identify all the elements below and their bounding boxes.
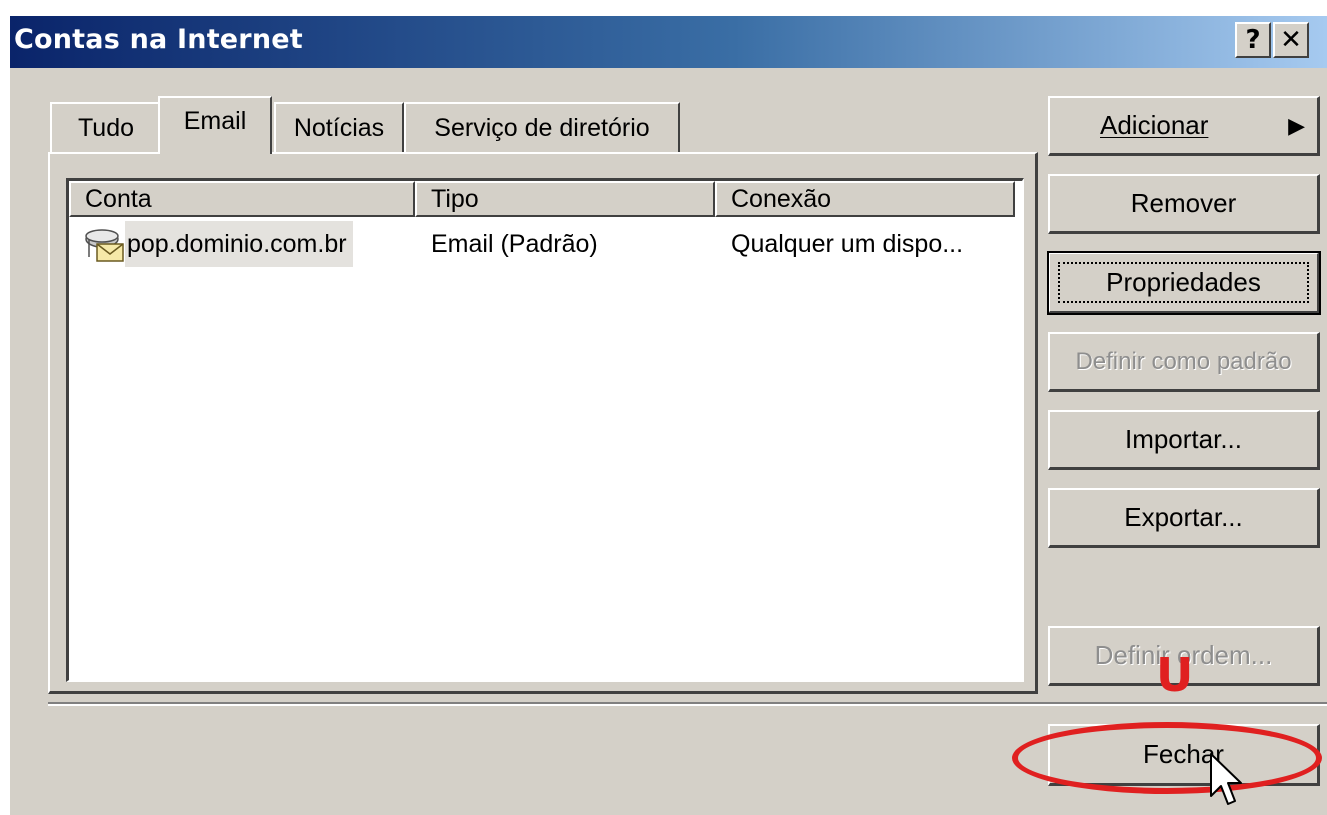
tab-tudo[interactable]: Tudo [50,102,160,152]
add-button[interactable]: Adicionar ▶ [1048,96,1320,156]
remove-button[interactable]: Remover [1048,174,1320,234]
title-bar[interactable]: Contas na Internet ? ✕ [10,16,1327,68]
tab-label: Email [183,106,247,135]
add-button-label: Adicionar [1100,110,1209,140]
column-header-conexao[interactable]: Conexão [715,181,1015,217]
tab-servico-diretorio[interactable]: Serviço de diretório [404,102,680,152]
account-type: Email (Padrão) [431,230,598,258]
annotation-mark: U [1156,648,1194,702]
set-default-button[interactable]: Definir como padrão [1048,332,1320,392]
account-name: pop.dominio.com.br [125,221,353,267]
separator [48,702,1327,706]
properties-button[interactable]: Propriedades [1047,251,1321,315]
tab-noticias[interactable]: Notícias [274,102,404,152]
help-button[interactable]: ? [1235,22,1271,58]
account-connection: Qualquer um dispo... [731,230,964,258]
mail-account-icon [83,227,125,263]
tab-label: Tudo [77,113,135,142]
internet-accounts-dialog: Contas na Internet ? ✕ Tudo Email Notíci… [8,14,1327,815]
table-row[interactable]: pop.dominio.com.br Email (Padrão) Qualqu… [69,221,1022,267]
column-header-tipo[interactable]: Tipo [415,181,715,217]
mouse-cursor-icon [1208,752,1244,815]
export-button[interactable]: Exportar... [1048,488,1320,548]
tab-label: Notícias [293,113,385,142]
accounts-list[interactable]: Conta Tipo Conexão pop.dominio.com.br Em… [66,178,1024,682]
close-icon: ✕ [1280,25,1302,55]
submenu-arrow-icon: ▶ [1288,112,1305,138]
import-button[interactable]: Importar... [1048,410,1320,470]
annotation-circle [1012,722,1322,794]
focus-ring [1058,262,1309,303]
column-header-conta[interactable]: Conta [69,181,415,217]
tab-label: Serviço de diretório [434,113,650,142]
help-icon: ? [1245,25,1261,55]
window-title: Contas na Internet [14,24,303,55]
close-button[interactable]: ✕ [1273,22,1309,58]
tab-email[interactable]: Email [158,96,272,154]
